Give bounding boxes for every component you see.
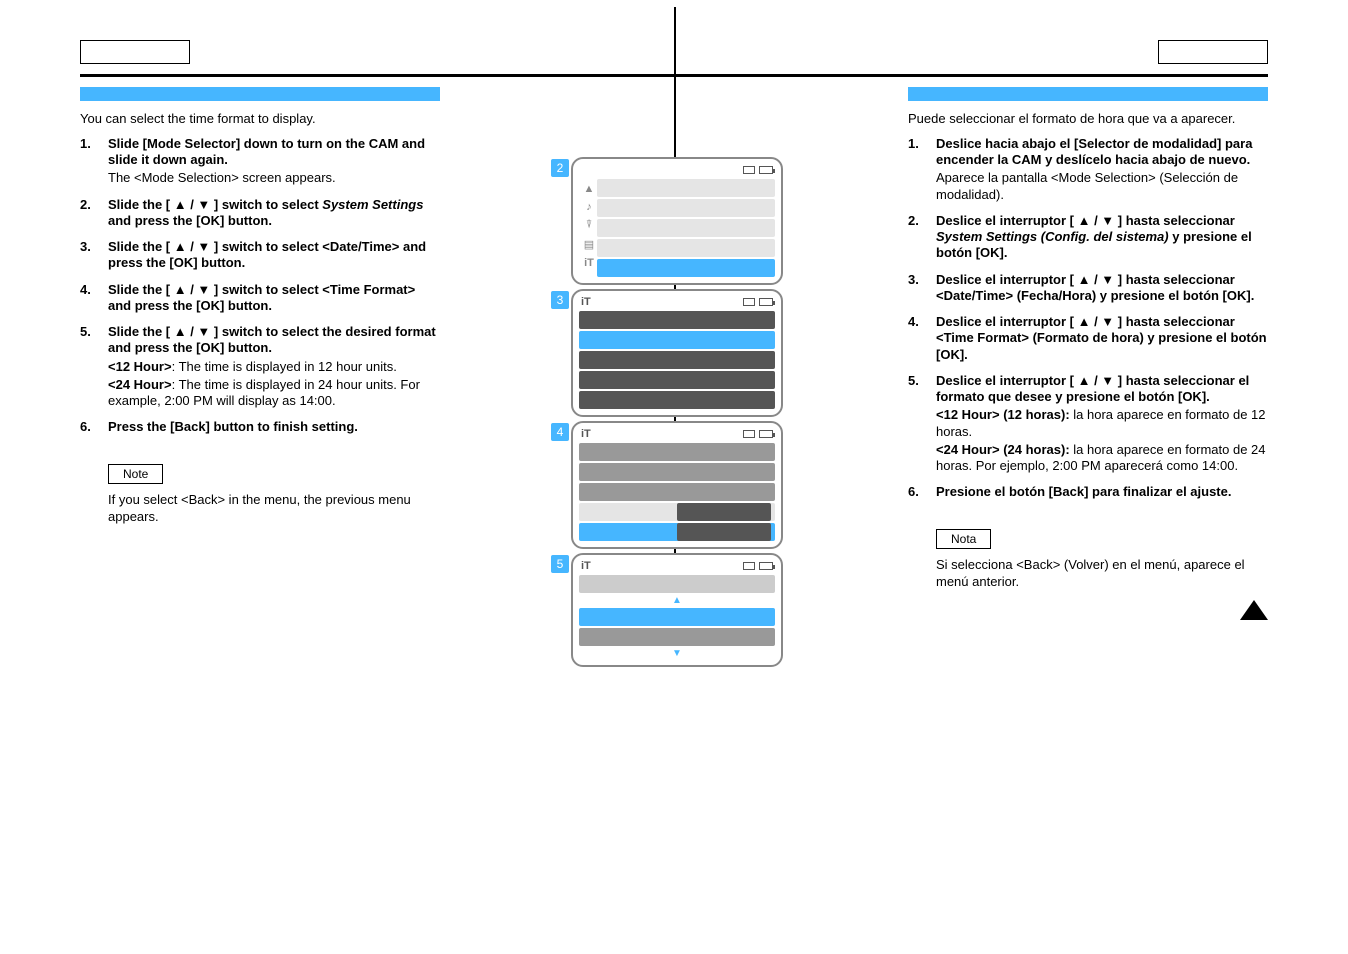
- up-arrow-icon: ▲: [581, 183, 597, 195]
- menu-row: [579, 311, 775, 329]
- step-body: Slide the [ ▲ / ▼ ] switch to select <Da…: [108, 239, 440, 272]
- battery-icon: [759, 166, 773, 174]
- menu-row: [579, 463, 775, 481]
- right-column: Puede seleccionar el formato de hora que…: [908, 87, 1268, 590]
- lcd-screen-2: ▲ ♪ ⍒ ▤ iT: [571, 157, 783, 285]
- menu-row: [579, 351, 775, 369]
- step-num: 6.: [908, 484, 936, 500]
- lcd-screen-3: iT: [571, 289, 783, 417]
- battery-icon: [759, 430, 773, 438]
- note-label-right: Nota: [936, 529, 991, 549]
- screen-badge-5: 5: [551, 555, 569, 573]
- left-tab: [80, 40, 190, 64]
- menu-row: [579, 575, 775, 593]
- lcd-screen-4: iT: [571, 421, 783, 549]
- card-icon: [743, 298, 755, 306]
- intro-right: Puede seleccionar el formato de hora que…: [908, 111, 1268, 128]
- note-label-left: Note: [108, 464, 163, 484]
- step-body: Press the [Back] button to finish settin…: [108, 419, 440, 435]
- step-body: Slide the [ ▲ / ▼ ] switch to select <Ti…: [108, 282, 440, 315]
- menu-row-selected: [579, 523, 775, 541]
- right-tab: [1158, 40, 1268, 64]
- step-body: Slide the [ ▲ / ▼ ] switch to select the…: [108, 324, 440, 409]
- accent-bar-right: [908, 87, 1268, 101]
- step-num: 4.: [80, 282, 108, 315]
- menu-row-selected: [579, 608, 775, 626]
- menu-row: [579, 391, 775, 409]
- step-num: 6.: [80, 419, 108, 435]
- left-column: You can select the time format to displa…: [80, 87, 440, 590]
- tools-icon: iT: [581, 296, 591, 308]
- step-body: Deslice el interruptor [ ▲ / ▼ ] hasta s…: [936, 373, 1268, 475]
- menu-row: [597, 199, 775, 217]
- step-body: Deslice el interruptor [ ▲ / ▼ ] hasta s…: [936, 314, 1268, 363]
- card-icon: [743, 430, 755, 438]
- screen-badge-2: 2: [551, 159, 569, 177]
- step-num: 1.: [80, 136, 108, 187]
- menu-row-selected: [597, 259, 775, 277]
- scroll-down-icon: ▼: [579, 648, 775, 659]
- note-text-right: Si selecciona <Back> (Volver) en el menú…: [936, 557, 1268, 591]
- step-num: 5.: [80, 324, 108, 409]
- battery-icon: [759, 562, 773, 570]
- step-num: 4.: [908, 314, 936, 363]
- music-icon: ♪: [581, 201, 597, 213]
- step-body: Deslice el interruptor [ ▲ / ▼ ] hasta s…: [936, 213, 1268, 262]
- note-text-left: If you select <Back> in the menu, the pr…: [108, 492, 440, 526]
- step-num: 3.: [80, 239, 108, 272]
- step-num: 2.: [80, 197, 108, 230]
- menu-row: [597, 179, 775, 197]
- menu-row: [597, 239, 775, 257]
- tools-icon: iT: [581, 560, 591, 572]
- step-body: Slide the [ ▲ / ▼ ] switch to select Sys…: [108, 197, 440, 230]
- menu-row: [579, 443, 775, 461]
- step-body: Slide [Mode Selector] down to turn on th…: [108, 136, 440, 187]
- menu-row: [579, 503, 775, 521]
- step-body: Deslice hacia abajo el [Selector de moda…: [936, 136, 1268, 203]
- step-num: 5.: [908, 373, 936, 475]
- screen-badge-4: 4: [551, 423, 569, 441]
- center-screens: 2 ▲ ♪ ⍒ ▤ iT: [559, 157, 789, 671]
- tools-icon: iT: [581, 428, 591, 440]
- menu-row: [579, 483, 775, 501]
- scroll-up-icon: ▲: [579, 595, 775, 606]
- menu-row: [579, 371, 775, 389]
- step-body: Deslice el interruptor [ ▲ / ▼ ] hasta s…: [936, 272, 1268, 305]
- lcd-screen-5: iT ▲ ▼: [571, 553, 783, 667]
- step-num: 2.: [908, 213, 936, 262]
- screen-badge-3: 3: [551, 291, 569, 309]
- menu-row-selected: [579, 331, 775, 349]
- card-icon: [743, 166, 755, 174]
- menu-row: [579, 628, 775, 646]
- menu-row: [597, 219, 775, 237]
- intro-left: You can select the time format to displa…: [80, 111, 440, 128]
- battery-icon: [759, 298, 773, 306]
- page-turn-icon: [1240, 600, 1268, 620]
- card-icon: [743, 562, 755, 570]
- doc-icon: ▤: [581, 238, 597, 251]
- step-num: 1.: [908, 136, 936, 203]
- tools-icon: iT: [581, 257, 597, 269]
- mic-icon: ⍒: [581, 219, 597, 232]
- step-body: Presione el botón [Back] para finalizar …: [936, 484, 1268, 500]
- accent-bar-left: [80, 87, 440, 101]
- step-num: 3.: [908, 272, 936, 305]
